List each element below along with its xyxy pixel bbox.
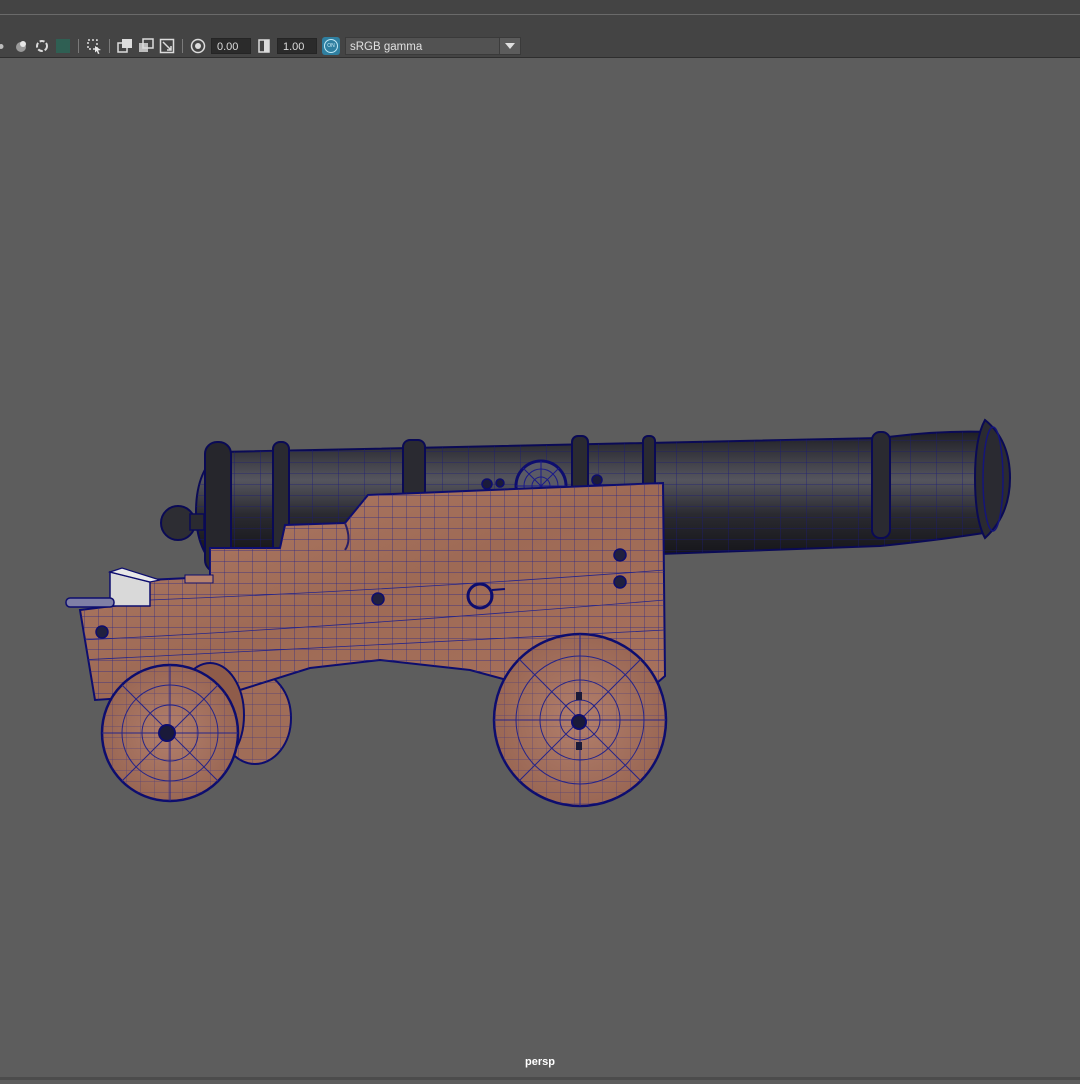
color-space-label: sRGB gamma xyxy=(350,41,423,53)
chevron-down-icon[interactable] xyxy=(499,38,520,54)
color-space-dropdown[interactable]: sRGB gamma xyxy=(345,37,521,55)
cannon-model[interactable] xyxy=(0,58,1080,1080)
toolbar-separator xyxy=(78,39,79,53)
shading-icon[interactable] xyxy=(0,38,8,54)
top-panel-strip xyxy=(0,0,1080,15)
color-management-badge: ON xyxy=(324,39,338,53)
camera-label: persp xyxy=(525,1056,555,1068)
toolbar-row: 0.00 1.00 ON sRGB gamma xyxy=(0,36,521,56)
viewport-toolbar: 0.00 1.00 ON sRGB gamma xyxy=(0,15,1080,58)
gamma-icon[interactable] xyxy=(256,38,272,54)
isolate-icon[interactable] xyxy=(34,38,50,54)
resolution-gate-icon[interactable] xyxy=(117,38,133,54)
lighting-icon[interactable] xyxy=(13,38,29,54)
gamma-field[interactable]: 1.00 xyxy=(277,38,317,54)
field-chart-icon[interactable] xyxy=(159,38,175,54)
toolbar-separator xyxy=(109,39,110,53)
select-camera-icon[interactable] xyxy=(86,38,102,54)
grid-icon[interactable] xyxy=(55,38,71,54)
front-wheel xyxy=(492,632,668,808)
color-management-toggle[interactable]: ON xyxy=(322,37,340,55)
exposure-field[interactable]: 0.00 xyxy=(211,38,251,54)
exposure-icon[interactable] xyxy=(190,38,206,54)
3d-viewport[interactable] xyxy=(0,58,1080,1080)
toolbar-separator xyxy=(182,39,183,53)
gate-mask-icon[interactable] xyxy=(138,38,154,54)
rear-wheel xyxy=(100,662,245,803)
